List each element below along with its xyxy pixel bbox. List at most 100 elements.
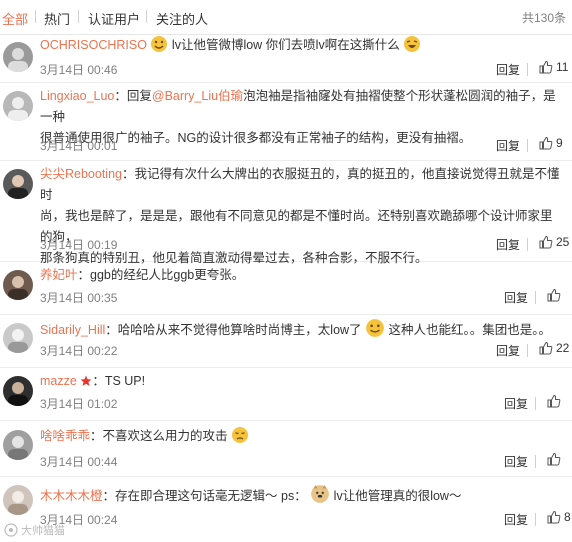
reply-button[interactable]: 回复 bbox=[496, 137, 520, 154]
comment-text: 木木木木橙：存在即合理这句话毫无逻辑～ ps： lv让他管理真的很low～ bbox=[40, 484, 564, 507]
action-divider bbox=[535, 513, 536, 526]
comment-username[interactable]: 养妃叶 bbox=[40, 268, 78, 282]
like-button[interactable]: 22 bbox=[539, 341, 569, 355]
avatar[interactable] bbox=[3, 430, 33, 460]
comment-item: mazze ：TS UP! 3月14日 01:02 回复 bbox=[0, 367, 572, 421]
sad-emoji-icon bbox=[232, 427, 249, 443]
comment-time: 3月14日 00:01 bbox=[40, 139, 118, 153]
comment-text: mazze ：TS UP! bbox=[40, 371, 564, 392]
comment-item: Sidarily_Hill：哈哈哈从来不觉得他算啥时尚博主，太low了 这种人也… bbox=[0, 314, 572, 368]
reply-button[interactable]: 回复 bbox=[504, 453, 528, 470]
comment-item: OCHRISOCHRISO lv让他管微博low 你们去喷lv啊在这撕什么 3月… bbox=[0, 34, 572, 83]
comment-username[interactable]: 尖尖Rebooting bbox=[40, 167, 122, 181]
comment-body: ：ggb的经纪人比ggb更夸张。 bbox=[77, 268, 245, 282]
comment-item: 尖尖Rebooting：我记得有次什么大牌出的衣服挺丑的，真的挺丑的，他直接说觉… bbox=[0, 160, 572, 265]
avatar[interactable] bbox=[3, 42, 33, 72]
comment-body: 这种人也能红。。集团也是。。 bbox=[388, 323, 552, 337]
thumbs-up-icon bbox=[539, 341, 553, 355]
like-count: 11 bbox=[556, 60, 569, 74]
thumbs-up-icon bbox=[547, 452, 561, 466]
tab-verified-users[interactable]: 认证用户 bbox=[88, 9, 140, 28]
reply-prefix: ：回复 bbox=[114, 89, 152, 103]
action-divider bbox=[527, 344, 528, 357]
avatar[interactable] bbox=[3, 376, 33, 406]
reply-button[interactable]: 回复 bbox=[496, 342, 520, 359]
avatar[interactable] bbox=[3, 91, 33, 121]
comment-body: ：TS UP! bbox=[92, 374, 146, 388]
like-button[interactable]: 9 bbox=[539, 136, 563, 150]
like-button[interactable]: 25 bbox=[539, 235, 569, 249]
comment-item: 木木木木橙：存在即合理这句话毫无逻辑～ ps： lv让他管理真的很low～ 3月… bbox=[0, 476, 572, 542]
comment-body: lv让他管微博low 你们去喷lv啊在这撕什么 bbox=[171, 38, 400, 52]
thumbs-up-icon bbox=[539, 60, 553, 74]
action-divider bbox=[535, 455, 536, 468]
reply-button[interactable]: 回复 bbox=[504, 289, 528, 306]
comment-time: 3月14日 01:02 bbox=[40, 397, 118, 411]
comment-username[interactable]: mazze bbox=[40, 374, 77, 388]
thumbs-up-icon bbox=[547, 288, 561, 302]
comment-body: ：不喜欢这么用力的攻击 bbox=[90, 429, 228, 443]
smiley-emoji-icon bbox=[366, 319, 384, 337]
watermark: 大帅猫猫 bbox=[4, 522, 65, 538]
like-button[interactable] bbox=[547, 452, 564, 466]
comment-time: 3月14日 00:35 bbox=[40, 291, 118, 305]
like-count: 8 bbox=[564, 510, 571, 524]
comment-text: 啥啥乖乖：不喜欢这么用力的攻击 bbox=[40, 426, 564, 447]
like-button[interactable]: 8 bbox=[547, 510, 571, 524]
reply-button[interactable]: 回复 bbox=[496, 236, 520, 253]
comment-text: Lingxiao_Luo：回复@Barry_Liu伯瑜泡泡袖是指袖窿处有抽褶使整… bbox=[40, 86, 564, 149]
comment-time: 3月14日 00:19 bbox=[40, 238, 118, 252]
reply-button[interactable]: 回复 bbox=[496, 61, 520, 78]
reply-button[interactable]: 回复 bbox=[504, 511, 528, 528]
thumbs-up-icon bbox=[547, 394, 561, 408]
comment-filter-bar: 全部 热门 认证用户 关注的人 共130条 bbox=[0, 0, 572, 35]
laughing-emoji-icon bbox=[404, 36, 421, 52]
comment-username[interactable]: Lingxiao_Luo bbox=[40, 89, 114, 103]
thumbs-up-icon bbox=[547, 510, 561, 524]
like-count: 25 bbox=[556, 235, 570, 249]
star-badge-icon bbox=[80, 375, 92, 386]
tab-divider bbox=[35, 10, 36, 23]
comment-body: ：存在即合理这句话毫无逻辑～ ps： bbox=[102, 489, 307, 503]
doge-emoji-icon bbox=[311, 485, 330, 503]
tab-hot[interactable]: 热门 bbox=[44, 9, 70, 28]
comment-text: Sidarily_Hill：哈哈哈从来不觉得他算啥时尚博主，太low了 这种人也… bbox=[40, 318, 564, 341]
avatar[interactable] bbox=[3, 485, 33, 515]
comment-username[interactable]: Sidarily_Hill bbox=[40, 323, 105, 337]
reply-button[interactable]: 回复 bbox=[504, 395, 528, 412]
comment-body: ：哈哈哈从来不觉得他算啥时尚博主，太low了 bbox=[105, 323, 362, 337]
like-count: 22 bbox=[556, 341, 570, 355]
comment-item: Lingxiao_Luo：回复@Barry_Liu伯瑜泡泡袖是指袖窿处有抽褶使整… bbox=[0, 82, 572, 161]
comment-total-count: 共130条 bbox=[521, 11, 566, 25]
comment-body: lv让他管理真的很low～ bbox=[333, 489, 462, 503]
tab-following[interactable]: 关注的人 bbox=[156, 9, 208, 28]
comment-username[interactable]: 木木木木橙 bbox=[40, 489, 103, 503]
comment-username[interactable]: OCHRISOCHRISO bbox=[40, 38, 147, 52]
thumbs-up-icon bbox=[539, 235, 553, 249]
like-count: 9 bbox=[556, 136, 563, 150]
comment-username[interactable]: 啥啥乖乖 bbox=[40, 429, 90, 443]
avatar[interactable] bbox=[3, 323, 33, 353]
comment-item: 啥啥乖乖：不喜欢这么用力的攻击 3月14日 00:44 回复 bbox=[0, 420, 572, 477]
mention-link[interactable]: @Barry_Liu伯瑜 bbox=[152, 89, 243, 103]
like-button[interactable] bbox=[547, 394, 564, 408]
tab-divider bbox=[78, 10, 79, 23]
thumbs-up-icon bbox=[539, 136, 553, 150]
watermark-text: 大帅猫猫 bbox=[21, 525, 65, 537]
tab-all[interactable]: 全部 bbox=[2, 9, 28, 28]
action-divider bbox=[527, 238, 528, 251]
comment-time: 3月14日 00:46 bbox=[40, 63, 118, 77]
avatar[interactable] bbox=[3, 169, 33, 199]
comment-text: OCHRISOCHRISO lv让他管微博low 你们去喷lv啊在这撕什么 bbox=[40, 35, 564, 56]
action-divider bbox=[535, 291, 536, 304]
smiley-emoji-icon bbox=[151, 36, 168, 52]
like-button[interactable] bbox=[547, 288, 564, 302]
comment-time: 3月14日 00:44 bbox=[40, 455, 118, 469]
comment-text: 养妃叶：ggb的经纪人比ggb更夸张。 bbox=[40, 265, 564, 286]
like-button[interactable]: 11 bbox=[539, 60, 568, 74]
action-divider bbox=[535, 397, 536, 410]
avatar[interactable] bbox=[3, 270, 33, 300]
action-divider bbox=[527, 139, 528, 152]
comment-time: 3月14日 00:22 bbox=[40, 344, 118, 358]
comment-text: 尖尖Rebooting：我记得有次什么大牌出的衣服挺丑的，真的挺丑的，他直接说觉… bbox=[40, 164, 564, 269]
